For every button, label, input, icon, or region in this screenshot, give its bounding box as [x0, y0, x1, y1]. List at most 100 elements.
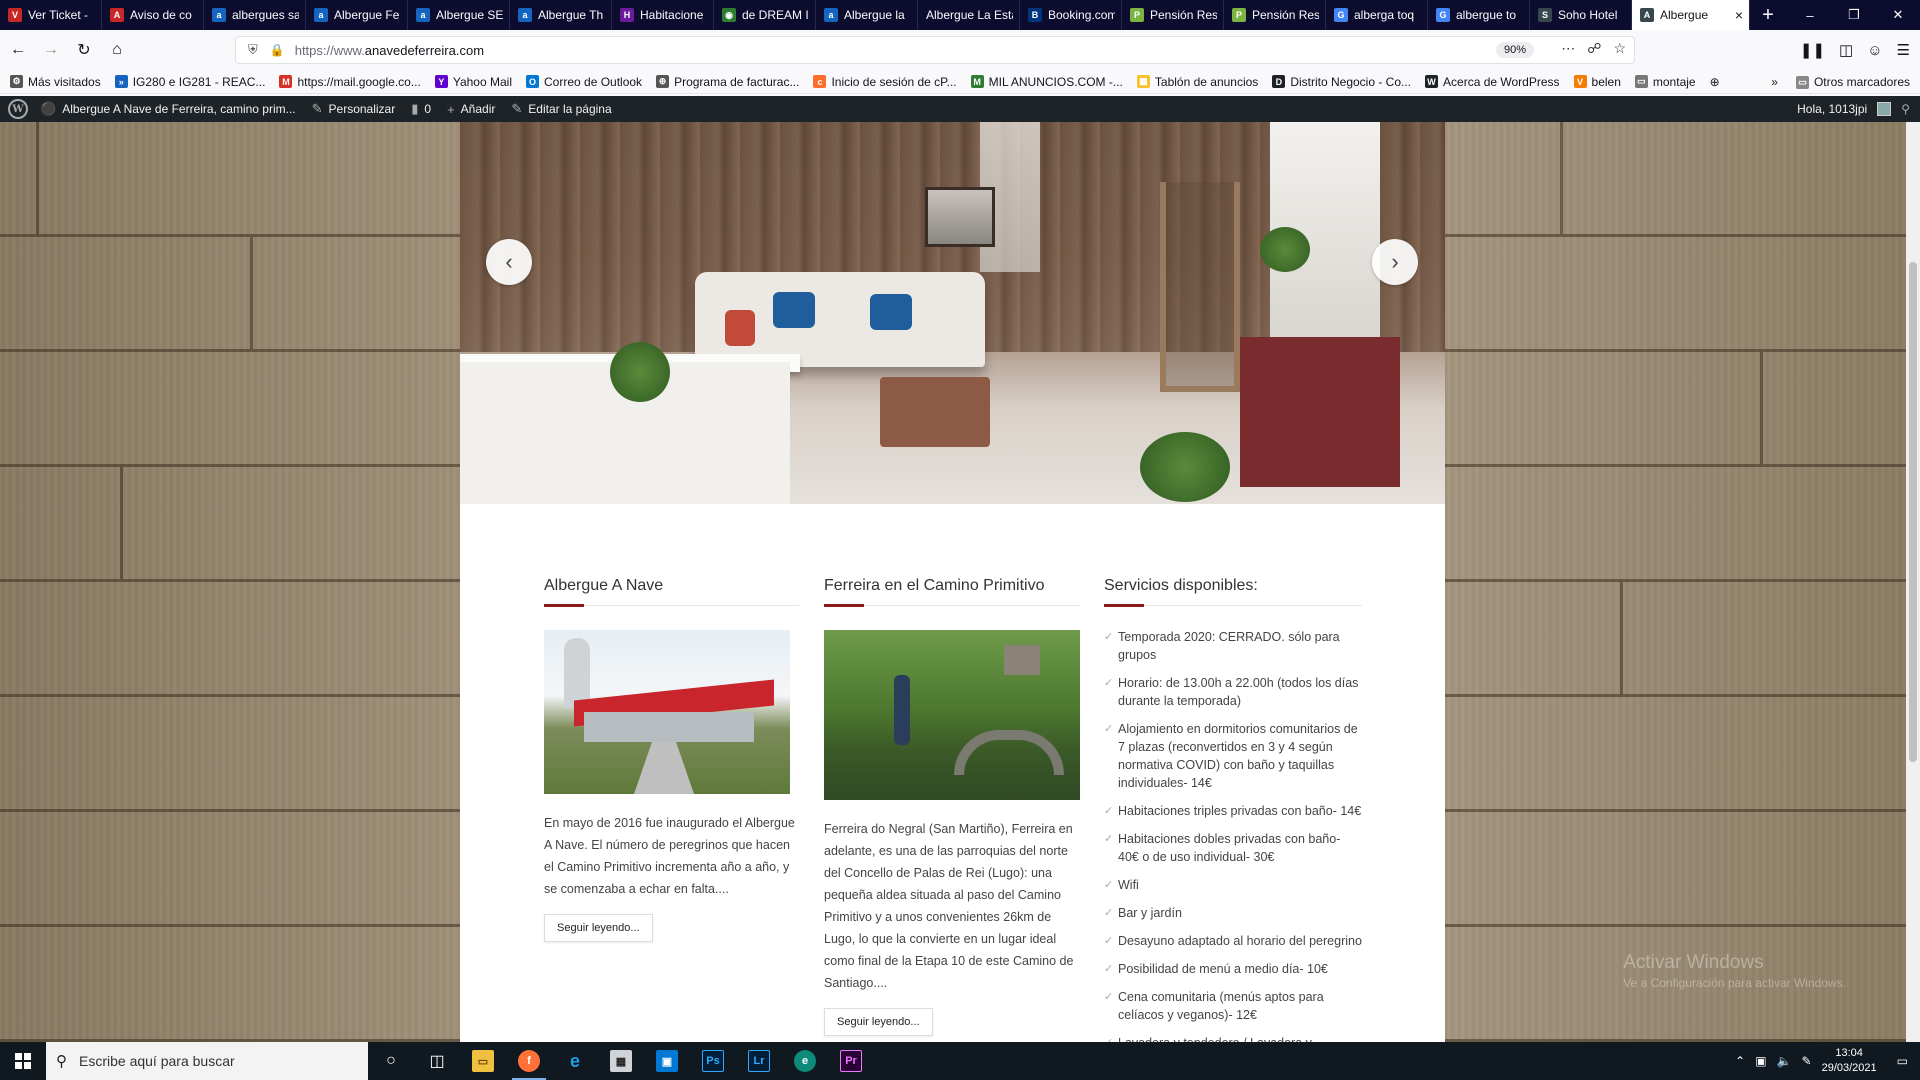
browser-tab[interactable]: ◉ de DREAM I [714, 0, 816, 30]
browser-tab[interactable]: Galberga toq [1326, 0, 1428, 30]
bookmark-item[interactable]: » IG280 e IG281 - REAC... [114, 75, 265, 89]
wp-add-new[interactable]: + Añadir [447, 102, 495, 117]
wood-joint [1560, 122, 1563, 234]
bookmark-item[interactable]: Vbelen [1573, 75, 1621, 89]
cortana-icon[interactable]: ○ [368, 1042, 414, 1080]
photoshop-icon[interactable]: Ps [690, 1042, 736, 1080]
other-bookmarks[interactable]: ▭ Otros marcadores [1795, 75, 1910, 89]
internet-explorer-icon[interactable]: e [552, 1042, 598, 1080]
slider-prev-button[interactable]: ‹ [486, 239, 532, 285]
firefox-icon[interactable]: f [506, 1042, 552, 1080]
browser-tab[interactable]: a albergues sa [204, 0, 306, 30]
volume-icon[interactable]: 🔈 [1777, 1054, 1792, 1068]
browser-tab[interactable]: B Booking.com [1020, 0, 1122, 30]
bookmark-favicon-icon: M [279, 75, 293, 88]
tab-favicon-icon: G [1334, 8, 1348, 22]
wp-greeting[interactable]: Hola, 1013jpi [1797, 102, 1867, 116]
reload-icon[interactable]: ↻ [69, 35, 99, 65]
menu-icon[interactable]: ☰ [1897, 41, 1910, 59]
browser-tab[interactable]: A Albergue × [1632, 0, 1750, 30]
sidebar-icon[interactable]: ◫ [1839, 41, 1853, 59]
page-scrollbar[interactable] [1906, 122, 1920, 1042]
bookmark-item[interactable]: ⊕ Programa de facturac... [656, 75, 799, 89]
bookmark-item[interactable]: Y Yahoo Mail [434, 75, 512, 89]
bookmark-item[interactable]: c Inicio de sesión de cP... [813, 75, 957, 89]
wp-admin-bar: W ⚫ Albergue A Nave de Ferreira, camino p… [0, 96, 1920, 122]
browser-tab[interactable]: P Pensión Resi [1122, 0, 1224, 30]
clock[interactable]: 13:04 29/03/2021 [1822, 1046, 1877, 1076]
library-icon[interactable]: ❚❚ [1800, 41, 1825, 59]
notifications-icon[interactable]: ▭ [1897, 1054, 1908, 1068]
avatar[interactable] [1877, 102, 1892, 116]
scrollbar-thumb[interactable] [1909, 262, 1917, 762]
tracking-shield-icon[interactable]: ⛨ [248, 42, 258, 58]
service-item: ✓ Alojamiento en dormitorios comunitarios… [1104, 722, 1358, 790]
file-explorer-icon[interactable]: ▭ [460, 1042, 506, 1080]
pocket-icon[interactable]: ☍ [1587, 40, 1601, 57]
browser-tab[interactable]: V Ver Ticket - [0, 0, 102, 30]
column-title: Ferreira en el Camino Primitivo [824, 577, 1080, 607]
pen-icon[interactable]: ✎ [1802, 1054, 1812, 1068]
bookmark-star-icon[interactable]: ☆ [1613, 40, 1626, 57]
read-more-button[interactable]: Seguir leyendo... [824, 1008, 933, 1036]
wp-search-icon[interactable]: ⚲ [1901, 102, 1910, 116]
bookmark-item[interactable]: W Acerca de WordPress [1425, 75, 1560, 89]
store-icon[interactable]: ▣ [644, 1042, 690, 1080]
browser-tab[interactable]: Galbergue to [1428, 0, 1530, 30]
zoom-level[interactable]: 90% [1495, 42, 1534, 58]
search-icon: ⚲ [56, 1053, 67, 1070]
wordpress-logo-icon[interactable]: W [8, 99, 28, 119]
column-text: Ferreira do Negral (San Martiño), Ferrei… [824, 822, 1074, 990]
account-icon[interactable]: ☺ [1867, 42, 1882, 59]
bookmarks-overflow-icon[interactable]: » [1771, 75, 1778, 89]
wp-site-name[interactable]: ⚫ Albergue A Nave de Ferreira, camino pri… [40, 101, 296, 117]
browser-tab[interactable]: a Albergue SE [408, 0, 510, 30]
wp-edit-page[interactable]: ✎ Editar la página [511, 101, 611, 117]
browser-tab[interactable]: Albergue La Esta [918, 0, 1020, 30]
bookmark-item[interactable]: M MIL ANUNCIOS.COM -... [970, 75, 1123, 89]
back-icon[interactable]: ← [3, 35, 33, 65]
minimize-icon[interactable]: – [1788, 0, 1832, 30]
wood-joint [250, 237, 253, 349]
wp-customize[interactable]: ✎ Personalizar [312, 101, 396, 117]
task-view-icon[interactable]: ◫ [414, 1042, 460, 1080]
home-icon[interactable]: ⌂ [102, 35, 132, 65]
bookmark-favicon-icon: D [1272, 75, 1286, 88]
tab-favicon-icon: B [1028, 8, 1042, 22]
new-tab-button[interactable]: + [1750, 0, 1786, 30]
browser-tab[interactable]: a Albergue Fe [306, 0, 408, 30]
forward-icon[interactable]: → [36, 35, 66, 65]
premiere-icon[interactable]: Pr [828, 1042, 874, 1080]
taskbar-search[interactable]: ⚲ Escribe aquí para buscar [46, 1042, 368, 1080]
bookmark-item[interactable]: Mhttps://mail.google.co... [279, 75, 421, 89]
bookmark-item[interactable]: D Distrito Negocio - Co... [1272, 75, 1411, 89]
browser-tab[interactable]: a Albergue la [816, 0, 918, 30]
address-bar[interactable]: ⛨ 🔒 https://www. anavedeferreira.com 90% … [235, 36, 1635, 64]
page-actions-icon[interactable]: ⋯ [1561, 40, 1575, 57]
lock-icon[interactable]: 🔒 [270, 43, 285, 57]
edge-icon[interactable]: e [782, 1042, 828, 1080]
bookmark-item[interactable]: O Correo de Outlook [526, 75, 642, 89]
browser-tab[interactable]: P Pensión Resi [1224, 0, 1326, 30]
restore-icon[interactable]: ❐ [1832, 0, 1876, 30]
calculator-icon[interactable]: ▦ [598, 1042, 644, 1080]
lightroom-icon[interactable]: Lr [736, 1042, 782, 1080]
browser-tab[interactable]: a Albergue Th [510, 0, 612, 30]
start-button[interactable] [0, 1042, 46, 1080]
tray-overflow-icon[interactable]: ⌃ [1735, 1054, 1745, 1068]
bookmark-item[interactable]: ⚙ Más visitados [10, 75, 101, 89]
network-icon[interactable]: ▣ [1755, 1054, 1766, 1068]
bookmark-item[interactable]: ▦ Tablón de anuncios [1136, 75, 1258, 89]
slider-next-button[interactable]: › [1372, 239, 1418, 285]
close-tab-icon[interactable]: × [1735, 7, 1743, 23]
read-more-button[interactable]: Seguir leyendo... [544, 914, 653, 942]
close-window-icon[interactable]: ✕ [1876, 0, 1920, 30]
globe-icon[interactable]: ⊕ [1710, 75, 1720, 89]
browser-tab[interactable]: A Aviso de co [102, 0, 204, 30]
browser-tab[interactable]: S Soho Hotel [1530, 0, 1632, 30]
bookmark-item[interactable]: ▭ montaje [1634, 75, 1696, 89]
browser-tab[interactable]: H Habitacione [612, 0, 714, 30]
tab-label: Booking.com [1048, 8, 1115, 22]
bookmarks-toolbar: ⚙ Más visitados » IG280 e IG281 - REAC... Mh… [0, 70, 1920, 94]
wp-comments[interactable]: ▮ 0 [411, 101, 431, 117]
